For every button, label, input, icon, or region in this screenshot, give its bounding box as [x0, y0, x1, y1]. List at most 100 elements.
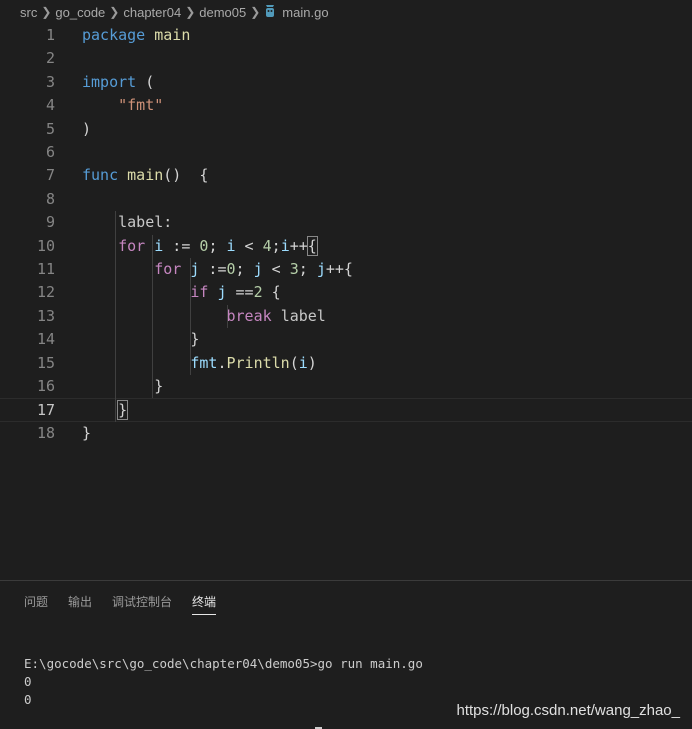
code-token: {: [262, 283, 281, 302]
code-line[interactable]: 4 "fmt": [0, 94, 692, 117]
code-token: j: [253, 260, 263, 278]
indent-guide: [226, 304, 228, 329]
code-line[interactable]: 16 }: [0, 375, 692, 398]
code-line[interactable]: 1 package main: [0, 24, 692, 47]
code-line[interactable]: 17 }: [0, 398, 692, 422]
breadcrumb-item-demo05[interactable]: demo05: [199, 5, 246, 20]
code-token: }: [190, 330, 200, 349]
code-token: fmt: [190, 353, 218, 372]
code-token: j: [316, 260, 326, 278]
code-line[interactable]: 15 fmt.Println(i): [0, 352, 692, 375]
code-text: if j ==2 {: [82, 281, 281, 304]
code-line[interactable]: 9 label:: [0, 211, 692, 234]
code-line[interactable]: 8: [0, 188, 692, 211]
code-text: ): [82, 118, 91, 141]
tab-debug-console[interactable]: 调试控制台: [112, 593, 172, 615]
tab-problems[interactable]: 问题: [24, 593, 48, 615]
code-line[interactable]: 3 import (: [0, 71, 692, 94]
line-number: 18: [36, 423, 55, 442]
code-token: i: [226, 236, 236, 255]
line-number: 8: [45, 189, 55, 208]
code-line[interactable]: 12 if j ==2 {: [0, 281, 692, 304]
code-token: i: [280, 236, 290, 255]
code-line[interactable]: 2: [0, 47, 692, 70]
line-number: 14: [36, 330, 55, 349]
code-token: j: [217, 283, 227, 302]
code-token: label:: [118, 213, 173, 232]
line-number: 4: [45, 96, 55, 115]
code-text: }: [82, 422, 91, 445]
code-token: }: [117, 400, 129, 421]
line-number: 9: [45, 213, 55, 232]
terminal-line: E:\gocode\src\go_code\chapter04\demo05>g…: [24, 656, 423, 671]
indent-guide: [189, 258, 191, 375]
code-text: fmt.Println(i): [82, 352, 317, 375]
code-token: ++{: [325, 260, 353, 278]
code-token: ;: [208, 236, 227, 255]
code-token: :=: [163, 236, 200, 255]
code-token: i: [154, 236, 164, 255]
line-number: 3: [45, 72, 55, 91]
code-token: 2: [253, 283, 263, 302]
tab-terminal[interactable]: 终端: [192, 593, 217, 615]
line-number: 10: [36, 236, 55, 255]
code-token: package: [82, 26, 146, 44]
code-token: 3: [289, 260, 299, 278]
code-text: }: [82, 375, 163, 398]
code-token: (: [136, 72, 155, 91]
code-line[interactable]: 11 for j :=0; j < 3; j++{: [0, 258, 692, 281]
indent-guide: [115, 211, 117, 422]
code-token: <: [235, 236, 263, 255]
terminal-line: 0: [24, 692, 32, 707]
code-token: label: [280, 306, 326, 325]
code-line[interactable]: 18}: [0, 422, 692, 445]
code-token: i: [298, 353, 308, 372]
line-number: 13: [36, 306, 55, 325]
code-line[interactable]: 6: [0, 141, 692, 164]
code-text: for i := 0; i < 4;i++{: [82, 235, 318, 258]
code-token: break: [226, 306, 272, 325]
code-text: package main: [82, 24, 190, 47]
code-token: main: [127, 166, 164, 185]
code-text: func main() {: [82, 164, 208, 187]
code-token: 4: [262, 236, 272, 255]
breadcrumb-item-src[interactable]: src: [20, 5, 37, 20]
watermark: https://blog.csdn.net/wang_zhao_: [456, 702, 681, 719]
terminal-output[interactable]: E:\gocode\src\go_code\chapter04\demo05>g…: [24, 655, 423, 709]
code-token: .: [217, 353, 227, 372]
bottom-panel: 问题 输出 调试控制台 终端 E:\gocode\src\go_code\cha…: [0, 580, 692, 729]
chevron-right-icon: ❯: [250, 5, 261, 19]
line-number: 6: [45, 143, 55, 161]
tab-output[interactable]: 输出: [68, 593, 92, 615]
line-number: 15: [36, 353, 55, 372]
code-line[interactable]: 10 for i := 0; i < 4;i++{: [0, 235, 692, 258]
line-number: 16: [36, 377, 55, 395]
code-line[interactable]: 7 func main() {: [0, 164, 692, 187]
line-number: 17: [36, 401, 55, 420]
code-token: ;: [235, 260, 254, 278]
code-token: ): [307, 353, 317, 372]
code-line[interactable]: 13 break label: [0, 305, 692, 328]
code-editor[interactable]: 1 package main 2 3 import (4 "fmt" 5) 6 7 func m…: [0, 24, 692, 580]
chevron-right-icon: ❯: [109, 5, 120, 19]
code-text: "fmt": [82, 94, 163, 117]
code-token: 0: [226, 260, 236, 278]
code-token: ): [82, 119, 92, 138]
code-line[interactable]: 5): [0, 118, 692, 141]
breadcrumb-item-go-code[interactable]: go_code: [55, 5, 105, 20]
code-text: }: [82, 399, 129, 422]
code-token: if: [190, 283, 209, 302]
breadcrumb-item-chapter04[interactable]: chapter04: [123, 5, 181, 20]
code-line[interactable]: 14 }: [0, 328, 692, 351]
code-text: }: [82, 328, 199, 351]
code-token: (: [289, 353, 299, 372]
breadcrumb-item-file[interactable]: main.go: [282, 5, 328, 20]
code-token: :=: [199, 260, 227, 278]
